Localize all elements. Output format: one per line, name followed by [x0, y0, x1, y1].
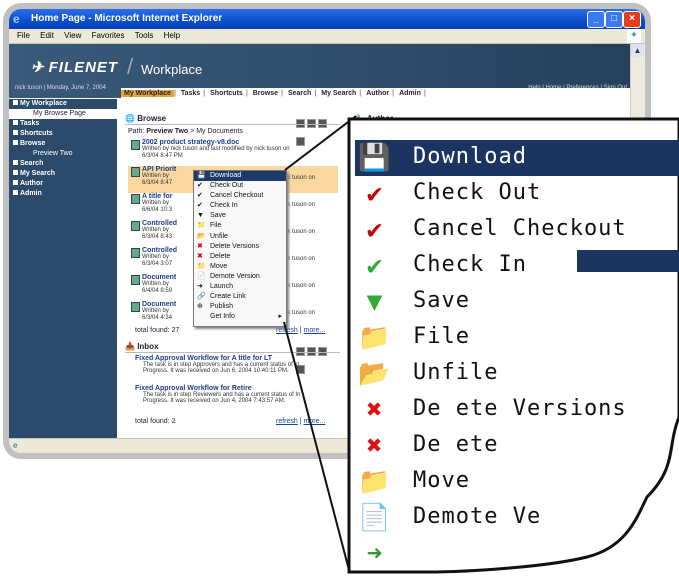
zoom-menu-label: Check Out	[413, 180, 542, 205]
zoom-menu-label: Demote Ve	[413, 504, 542, 529]
launch-icon: ➜	[366, 539, 384, 569]
delete-icon: ✖	[366, 431, 384, 461]
callout-line-top	[284, 115, 357, 171]
zoom-menu-label: File	[413, 324, 470, 349]
move-icon: 📁	[358, 467, 392, 497]
callout-line-bottom	[283, 321, 350, 571]
demote-version-icon: 📄	[358, 503, 392, 533]
zoom-menu-label: Move	[413, 468, 470, 493]
zoom-menu-label: Unfile	[413, 360, 499, 385]
zoomed-menu-callout: 💾 Download ✔ Check Out ✔ Cancel Checkout ✔ C…	[347, 117, 679, 576]
download-icon: 💾	[358, 143, 392, 173]
zoom-menu-label: Check In	[413, 252, 527, 277]
save-icon: ▼	[366, 287, 384, 317]
zoom-menu-item-download[interactable]: 💾 Download	[355, 140, 679, 176]
zoom-menu-label: Cancel Checkout	[413, 216, 627, 241]
check-in-icon: ✔	[366, 251, 384, 281]
zoom-menu-label: Download	[413, 144, 527, 169]
zoom-menu-label: Save	[413, 288, 470, 313]
delete-versions-icon: ✖	[366, 395, 384, 425]
file-icon: 📁	[358, 323, 392, 353]
cancel-checkout-icon: ✔	[366, 215, 384, 245]
zoom-submenu-strip	[577, 250, 679, 272]
check-out-icon: ✔	[366, 179, 384, 209]
zoom-menu-label: De ete Versions	[413, 396, 627, 421]
zoom-menu-label: De ete	[413, 432, 499, 457]
unfile-icon: 📂	[358, 359, 392, 389]
